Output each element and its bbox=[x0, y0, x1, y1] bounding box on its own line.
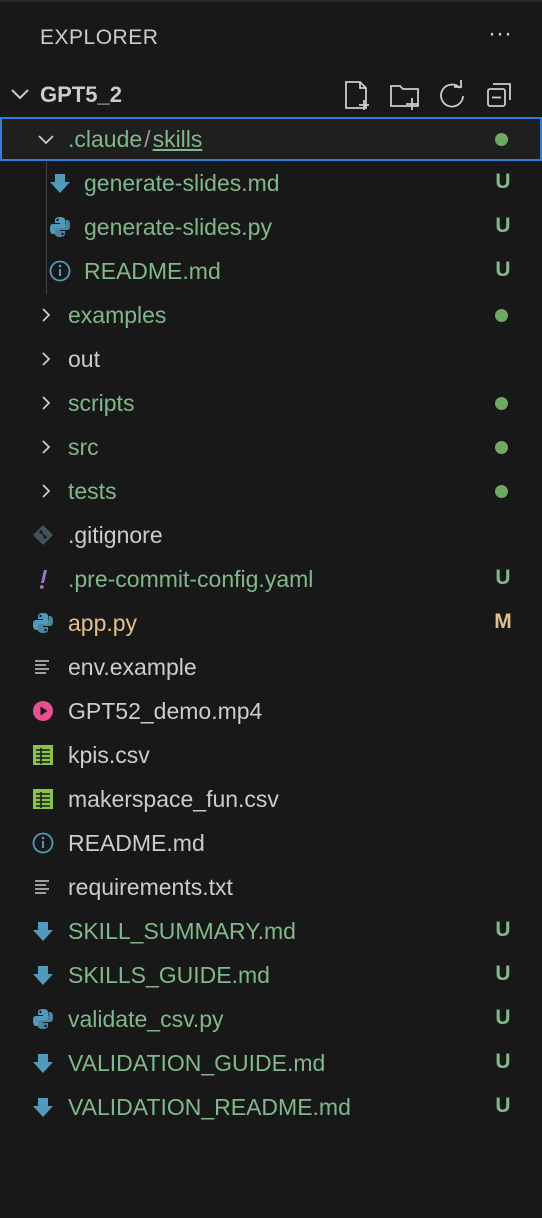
tree-file-item[interactable]: GPT52_demo.mp4 bbox=[0, 689, 542, 733]
git-status-badge: U bbox=[495, 1006, 511, 1029]
info-icon bbox=[31, 831, 55, 855]
tree-item-label: generate-slides.md bbox=[84, 170, 280, 196]
panel-title: EXPLORER bbox=[40, 26, 159, 49]
collapse-all-icon[interactable] bbox=[483, 78, 517, 112]
chevron-right-icon[interactable] bbox=[36, 393, 56, 413]
tree-item-label: examples bbox=[68, 302, 167, 328]
git-status-badge: U bbox=[495, 962, 511, 985]
tree-item-label: VALIDATION_GUIDE.md bbox=[68, 1050, 326, 1076]
tree-file-item[interactable]: generate-slides.py U bbox=[0, 205, 542, 249]
git-status-dot bbox=[495, 133, 508, 146]
tree-folder-item[interactable]: .claude/skills bbox=[0, 117, 542, 161]
git-status-badge: U bbox=[495, 566, 511, 589]
tree-file-item[interactable]: VALIDATION_GUIDE.md U bbox=[0, 1041, 542, 1085]
tree-file-item[interactable]: validate_csv.py U bbox=[0, 997, 542, 1041]
tree-folder-item[interactable]: out bbox=[0, 337, 542, 381]
python-icon bbox=[31, 1007, 55, 1031]
tree-item-label: README.md bbox=[68, 830, 205, 856]
git-status-dot bbox=[495, 309, 508, 322]
ellipsis-icon[interactable]: ··· bbox=[484, 20, 516, 52]
tree-item-label: README.md bbox=[84, 258, 221, 284]
markdown-download-icon bbox=[31, 963, 55, 987]
git-status-badge: U bbox=[495, 1094, 511, 1117]
tree-folder-item[interactable]: src bbox=[0, 425, 542, 469]
tree-item-label: VALIDATION_README.md bbox=[68, 1094, 351, 1120]
tree-item-label: .gitignore bbox=[68, 522, 163, 548]
chevron-down-icon[interactable] bbox=[36, 129, 56, 149]
csv-table-icon bbox=[31, 743, 55, 767]
git-status-badge: U bbox=[495, 1050, 511, 1073]
git-status-badge: U bbox=[495, 170, 511, 193]
tree-item-label: SKILL_SUMMARY.md bbox=[68, 918, 296, 944]
git-status-dot bbox=[495, 397, 508, 410]
markdown-download-icon bbox=[31, 1051, 55, 1075]
markdown-download-icon bbox=[31, 1095, 55, 1119]
tree-item-label: app.py bbox=[68, 610, 138, 636]
top-border bbox=[0, 0, 542, 2]
tree-item-label: validate_csv.py bbox=[68, 1006, 224, 1032]
tree-file-item[interactable]: app.py M bbox=[0, 601, 542, 645]
tree-item-label: GPT52_demo.mp4 bbox=[68, 698, 263, 724]
tree-file-item[interactable]: kpis.csv bbox=[0, 733, 542, 777]
git-status-badge: U bbox=[495, 258, 511, 281]
chevron-right-icon[interactable] bbox=[36, 481, 56, 501]
tree-file-item[interactable]: .gitignore bbox=[0, 513, 542, 557]
text-lines-icon bbox=[31, 875, 55, 899]
new-file-icon[interactable] bbox=[340, 78, 374, 112]
markdown-download-icon bbox=[48, 171, 72, 195]
tree-item-label: generate-slides.py bbox=[84, 214, 272, 240]
csv-table-icon bbox=[31, 787, 55, 811]
tree-item-label: kpis.csv bbox=[68, 742, 150, 768]
tree-file-item[interactable]: .pre-commit-config.yaml U bbox=[0, 557, 542, 601]
refresh-icon[interactable] bbox=[435, 78, 469, 112]
workspace-name: GPT5_2 bbox=[40, 82, 122, 107]
tree-item-label: SKILLS_GUIDE.md bbox=[68, 962, 270, 988]
tree-file-item[interactable]: SKILLS_GUIDE.md U bbox=[0, 953, 542, 997]
git-status-badge: U bbox=[495, 214, 511, 237]
yaml-icon bbox=[31, 567, 55, 591]
tree-file-item[interactable]: makerspace_fun.csv bbox=[0, 777, 542, 821]
chevron-right-icon[interactable] bbox=[36, 349, 56, 369]
git-status-dot bbox=[495, 441, 508, 454]
tree-folder-item[interactable]: scripts bbox=[0, 381, 542, 425]
info-icon bbox=[48, 259, 72, 283]
git-status-badge: U bbox=[495, 918, 511, 941]
video-play-icon bbox=[31, 699, 55, 723]
python-icon bbox=[31, 611, 55, 635]
text-lines-icon bbox=[31, 655, 55, 679]
tree-file-item[interactable]: VALIDATION_README.md U bbox=[0, 1085, 542, 1129]
tree-file-item[interactable]: SKILL_SUMMARY.md U bbox=[0, 909, 542, 953]
git-status-dot bbox=[495, 485, 508, 498]
tree-file-item[interactable]: generate-slides.md U bbox=[0, 161, 542, 205]
tree-file-item[interactable]: README.md bbox=[0, 821, 542, 865]
tree-item-label: tests bbox=[68, 478, 117, 504]
workspace-root[interactable]: GPT5_2 bbox=[0, 72, 542, 116]
tree-item-label: scripts bbox=[68, 390, 135, 416]
tree-file-item[interactable]: requirements.txt bbox=[0, 865, 542, 909]
tree-file-item[interactable]: env.example bbox=[0, 645, 542, 689]
tree-item-label: makerspace_fun.csv bbox=[68, 786, 279, 812]
git-icon bbox=[31, 523, 55, 547]
tree-file-item[interactable]: README.md U bbox=[0, 249, 542, 293]
git-status-badge: M bbox=[494, 610, 512, 633]
tree-item-label: src bbox=[68, 434, 99, 460]
markdown-download-icon bbox=[31, 919, 55, 943]
tree-item-label: .claude/skills bbox=[68, 126, 203, 152]
explorer-header: EXPLORER ··· bbox=[0, 14, 542, 60]
python-icon bbox=[48, 215, 72, 239]
chevron-right-icon[interactable] bbox=[36, 305, 56, 325]
new-folder-icon[interactable] bbox=[388, 78, 422, 112]
tree-item-label: env.example bbox=[68, 654, 197, 680]
chevron-right-icon[interactable] bbox=[36, 437, 56, 457]
tree-item-label: requirements.txt bbox=[68, 874, 233, 900]
tree-item-label: out bbox=[68, 346, 100, 372]
tree-folder-item[interactable]: examples bbox=[0, 293, 542, 337]
tree-item-label: .pre-commit-config.yaml bbox=[68, 566, 314, 592]
chevron-down-icon[interactable] bbox=[8, 82, 32, 106]
tree-folder-item[interactable]: tests bbox=[0, 469, 542, 513]
